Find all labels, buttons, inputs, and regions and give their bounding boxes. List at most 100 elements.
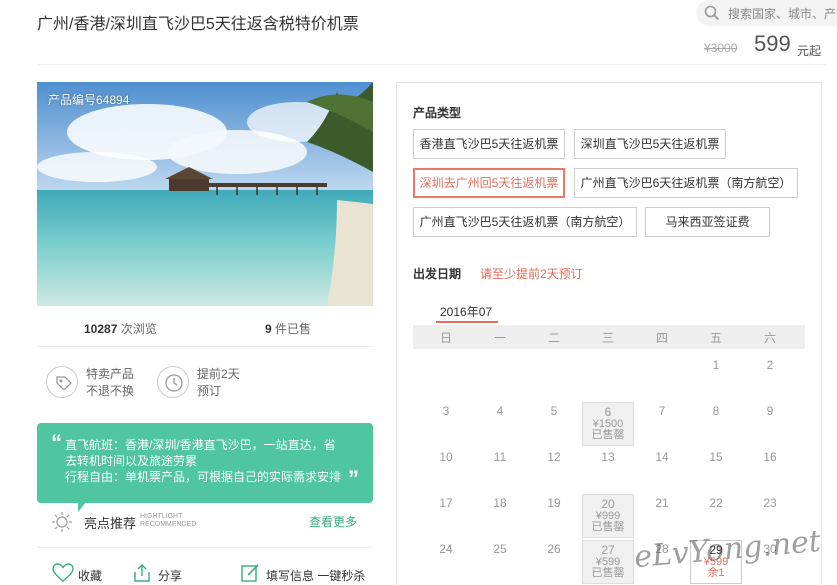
day-number: 26	[547, 542, 561, 556]
view-more-link[interactable]: 查看更多	[309, 513, 357, 530]
calendar-day-2[interactable]: 2	[744, 356, 796, 400]
day-number: 9	[766, 404, 774, 418]
day-status: 已售罄	[591, 521, 625, 533]
day-number: 1	[712, 358, 720, 372]
day-number: 18	[493, 496, 507, 510]
weekday-label: 二	[547, 331, 560, 345]
heart-icon[interactable]	[52, 563, 74, 583]
highlight-box-tail	[78, 502, 94, 512]
feature-text: 特卖产品 不退不换	[86, 366, 134, 400]
day-number: 7	[658, 404, 666, 418]
day-number: 16	[763, 450, 777, 464]
calendar-day-8[interactable]: 8	[690, 402, 742, 446]
day-status: 已售罄	[591, 429, 625, 441]
day-number: 20	[601, 497, 615, 511]
day-status: 余1	[707, 567, 725, 579]
day-number: 21	[655, 496, 669, 510]
open-quote-icon: “	[51, 430, 62, 455]
product-id: 产品编号64894	[48, 93, 130, 107]
calendar-day-13[interactable]: 13	[582, 448, 634, 492]
highlight-label: 亮点推荐	[84, 516, 137, 531]
day-status: 已售罄	[591, 567, 625, 579]
calendar-day-14[interactable]: 14	[636, 448, 688, 492]
calendar-day-18[interactable]: 18	[474, 494, 526, 538]
calendar-day-25[interactable]: 25	[474, 540, 526, 584]
calendar-day-10[interactable]: 10	[420, 448, 472, 492]
stats-divider	[37, 346, 373, 347]
month-tab[interactable]: 2016年07	[440, 303, 492, 320]
weekday-label: 三	[601, 331, 614, 345]
day-number: 27	[601, 543, 615, 557]
calendar-day-11[interactable]: 11	[474, 448, 526, 492]
option-gz-sabah-6d-csa[interactable]: 广州直飞沙巴6天往返机票（南方航空）	[574, 168, 798, 198]
actions-divider	[37, 547, 373, 548]
weekday-label: 五	[709, 331, 722, 345]
fill-info-label: 填写信息 一键秒杀	[266, 569, 366, 583]
clock-icon-wrapper	[157, 366, 189, 398]
sold-stat: 9 件已售	[265, 320, 311, 337]
calendar-day-17[interactable]: 17	[420, 494, 472, 538]
calendar-day-24[interactable]: 24	[420, 540, 472, 584]
price-unit: 元起	[797, 44, 822, 58]
sold-count: 9	[265, 322, 272, 336]
feature-text: 提前2天 预订	[197, 366, 240, 400]
edit-icon[interactable]	[240, 563, 260, 583]
product-type-label: 产品类型	[413, 106, 462, 120]
share-icon[interactable]	[132, 563, 152, 583]
calendar-day-12[interactable]: 12	[528, 448, 580, 492]
day-number: 3	[442, 404, 450, 418]
header-divider	[37, 64, 827, 65]
clock-icon	[165, 374, 183, 392]
calendar-day-4[interactable]: 4	[474, 402, 526, 446]
departure-date-label: 出发日期	[413, 267, 462, 281]
day-number: 17	[439, 496, 453, 510]
day-number: 23	[763, 496, 777, 510]
calendar-day-1[interactable]: 1	[690, 356, 742, 400]
search-box[interactable]: 搜索国家、城市、产	[696, 0, 837, 26]
calendar-day-27[interactable]: 27 ¥599 已售罄	[582, 540, 634, 584]
search-input[interactable]: 搜索国家、城市、产	[728, 5, 836, 22]
day-number: 24	[439, 542, 453, 556]
calendar-day-19[interactable]: 19	[528, 494, 580, 538]
weekday-label: 四	[655, 331, 668, 345]
current-price: 599	[754, 31, 791, 56]
calendar-day-15[interactable]: 15	[690, 448, 742, 492]
calendar-day-9[interactable]: 9	[744, 402, 796, 446]
favorite-label: 收藏	[78, 569, 103, 583]
option-hk-sabah-5d[interactable]: 香港直飞沙巴5天往返机票	[413, 129, 565, 159]
calendar-day-3[interactable]: 3	[420, 402, 472, 446]
tag-icon	[56, 376, 72, 391]
close-quote-icon: ”	[348, 466, 359, 491]
highlight-sub1: HIGHTLIGHT	[140, 513, 183, 520]
calendar-day-20[interactable]: 20 ¥999 已售罄	[582, 494, 634, 538]
option-gz-sabah-5d-csa[interactable]: 广州直飞沙巴5天往返机票（南方航空）	[413, 207, 637, 237]
calendar-day-21[interactable]: 21	[636, 494, 688, 538]
day-number: 15	[709, 450, 723, 464]
sun-icon	[52, 512, 72, 532]
feature-line1: 提前2天	[197, 367, 240, 381]
day-number: 2	[766, 358, 774, 372]
day-number: 10	[439, 450, 453, 464]
views-label: 次浏览	[120, 322, 157, 336]
tag-icon-wrapper	[46, 366, 78, 398]
option-malaysia-visa[interactable]: 马来西亚签证费	[645, 207, 770, 237]
original-price: ¥3000	[704, 41, 738, 55]
weekday-label: 一	[493, 331, 506, 345]
day-number: 8	[712, 404, 720, 418]
calendar-day-16[interactable]: 16	[744, 448, 796, 492]
weekday-label: 日	[439, 331, 452, 345]
day-number: 5	[550, 404, 558, 418]
highlight-sublabel: HIGHTLIGHT RECOMMENDED	[140, 513, 196, 529]
option-sz-gz-5d[interactable]: 深圳去广州回5天往返机票	[413, 168, 565, 198]
product-photo	[37, 82, 373, 306]
calendar-day-6[interactable]: 6 ¥1500 已售罄	[582, 402, 634, 446]
option-sz-sabah-5d[interactable]: 深圳直飞沙巴5天往返机票	[574, 129, 726, 159]
calendar-day-7[interactable]: 7	[636, 402, 688, 446]
day-number: 13	[601, 450, 615, 464]
day-number: 6	[604, 405, 612, 419]
search-icon[interactable]	[704, 5, 720, 21]
highlight-sub2: RECOMMENDED	[140, 521, 197, 528]
views-count: 10287	[84, 322, 118, 336]
calendar-day-26[interactable]: 26	[528, 540, 580, 584]
calendar-day-5[interactable]: 5	[528, 402, 580, 446]
